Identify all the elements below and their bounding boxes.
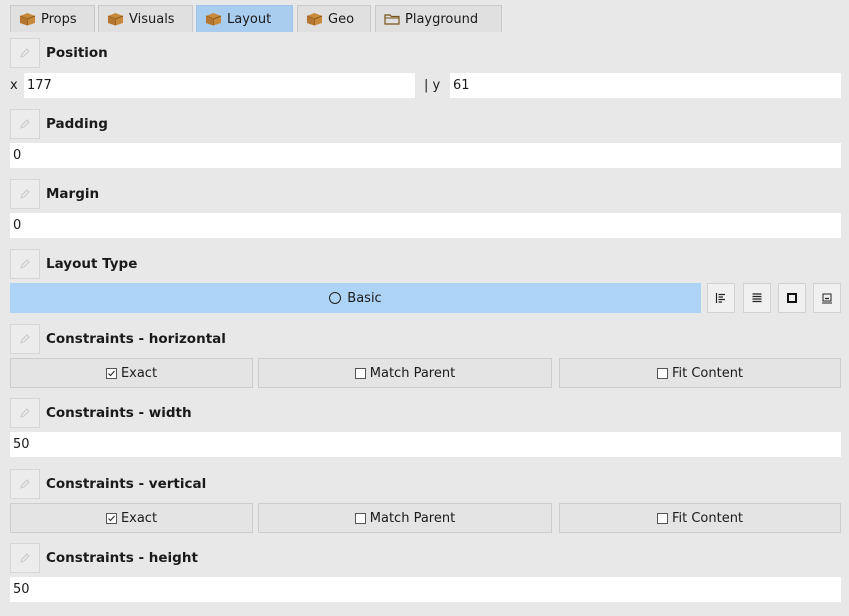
edit-constraints-width-button[interactable]	[10, 398, 40, 428]
section-title: Layout Type	[46, 256, 138, 272]
option-label: Exact	[120, 365, 158, 381]
constraints-vertical-header: Constraints - vertical	[10, 469, 206, 499]
checkbox-checked-icon	[105, 512, 117, 524]
checkbox-icon	[354, 367, 366, 379]
layout-table-button[interactable]	[743, 283, 771, 313]
section-title: Constraints - horizontal	[46, 331, 226, 347]
section-title: Constraints - vertical	[46, 476, 207, 492]
edit-position-button[interactable]	[10, 38, 40, 68]
vertical-exact-option[interactable]: Exact	[10, 503, 253, 533]
edit-padding-button[interactable]	[10, 109, 40, 139]
checkbox-icon	[656, 512, 668, 524]
checkbox-icon	[656, 367, 668, 379]
tab-label: Layout	[227, 11, 272, 27]
tab-bar: Props Visuals Layout Geo Playground	[0, 0, 849, 32]
x-label: x	[10, 78, 18, 93]
option-label: Match Parent	[369, 510, 456, 526]
layout-type-header: Layout Type	[10, 249, 137, 279]
horizontal-exact-option[interactable]: Exact	[10, 358, 253, 388]
package-icon	[205, 12, 222, 26]
layout-type-label: Basic	[347, 290, 382, 306]
option-label: Match Parent	[369, 365, 456, 381]
constraints-height-header: Constraints - height	[10, 543, 198, 573]
pencil-icon	[20, 408, 30, 418]
vertical-fit-content-option[interactable]: Fit Content	[559, 503, 841, 533]
margin-input[interactable]: 0	[10, 213, 841, 238]
tab-label: Geo	[328, 11, 355, 27]
layout-type-basic-option[interactable]: Basic	[10, 283, 701, 313]
tab-label: Props	[41, 11, 77, 27]
edit-constraints-vertical-button[interactable]	[10, 469, 40, 499]
horizontal-fit-content-option[interactable]: Fit Content	[559, 358, 841, 388]
tab-layout[interactable]: Layout	[196, 5, 293, 32]
tab-playground[interactable]: Playground	[375, 5, 502, 32]
constraints-width-input[interactable]: 50	[10, 432, 841, 457]
pencil-icon	[20, 189, 30, 199]
pencil-icon	[20, 553, 30, 563]
frame-icon	[787, 293, 797, 303]
tab-visuals[interactable]: Visuals	[98, 5, 193, 32]
pencil-icon	[20, 259, 30, 269]
pencil-icon	[20, 48, 30, 58]
option-label: Exact	[120, 510, 158, 526]
constraints-height-input[interactable]: 50	[10, 577, 841, 602]
position-header: Position	[10, 38, 108, 68]
package-icon	[19, 12, 36, 26]
section-title: Constraints - height	[46, 550, 198, 566]
position-x-input[interactable]: 177	[24, 73, 415, 98]
align-left-icon	[715, 293, 725, 303]
margin-header: Margin	[10, 179, 99, 209]
horizontal-match-parent-option[interactable]: Match Parent	[258, 358, 552, 388]
option-label: Fit Content	[671, 365, 744, 381]
pencil-icon	[20, 334, 30, 344]
folder-icon	[384, 13, 400, 25]
section-title: Margin	[46, 186, 100, 202]
tab-label: Playground	[405, 11, 479, 27]
position-y-input[interactable]: 61	[450, 73, 841, 98]
layout-frame-button[interactable]	[778, 283, 806, 313]
edit-constraints-height-button[interactable]	[10, 543, 40, 573]
section-title: Position	[46, 45, 108, 61]
constraints-width-header: Constraints - width	[10, 398, 192, 428]
minimize-icon	[822, 293, 832, 304]
checkbox-checked-icon	[105, 367, 117, 379]
pencil-icon	[20, 119, 30, 129]
tab-label: Visuals	[129, 11, 175, 27]
edit-layout-type-button[interactable]	[10, 249, 40, 279]
layout-flow-button[interactable]	[707, 283, 735, 313]
y-label: | y	[424, 78, 441, 93]
section-title: Constraints - width	[46, 405, 192, 421]
constraints-horizontal-header: Constraints - horizontal	[10, 324, 226, 354]
option-label: Fit Content	[671, 510, 744, 526]
layout-proportional-button[interactable]	[813, 283, 841, 313]
edit-margin-button[interactable]	[10, 179, 40, 209]
section-title: Padding	[46, 116, 108, 132]
padding-header: Padding	[10, 109, 108, 139]
padding-input[interactable]: 0	[10, 143, 841, 168]
edit-constraints-horizontal-button[interactable]	[10, 324, 40, 354]
tab-geo[interactable]: Geo	[297, 5, 371, 32]
package-icon	[306, 12, 323, 26]
justify-icon	[752, 293, 762, 303]
pencil-icon	[20, 479, 30, 489]
radio-icon	[329, 292, 342, 304]
package-icon	[107, 12, 124, 26]
tab-props[interactable]: Props	[10, 5, 95, 32]
vertical-match-parent-option[interactable]: Match Parent	[258, 503, 552, 533]
checkbox-icon	[354, 512, 366, 524]
